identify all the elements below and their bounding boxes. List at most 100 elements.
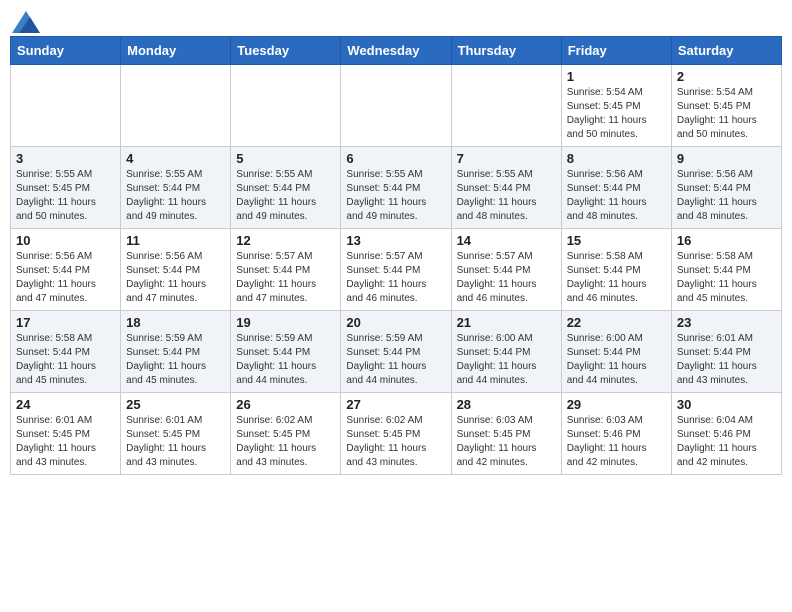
calendar-cell: 18 Sunrise: 5:59 AM Sunset: 5:44 PM Dayli… (121, 311, 231, 393)
day-detail: Sunrise: 5:56 AM Sunset: 5:44 PM Dayligh… (126, 250, 225, 306)
day-detail: Sunrise: 5:58 AM Sunset: 5:44 PM Dayligh… (677, 250, 776, 306)
calendar-cell: 22 Sunrise: 6:00 AM Sunset: 5:44 PM Dayli… (561, 311, 671, 393)
day-number: 10 (16, 233, 115, 248)
calendar-cell: 30 Sunrise: 6:04 AM Sunset: 5:46 PM Dayli… (671, 393, 781, 475)
day-detail: Sunrise: 5:59 AM Sunset: 5:44 PM Dayligh… (346, 332, 445, 388)
day-detail: Sunrise: 5:55 AM Sunset: 5:45 PM Dayligh… (16, 168, 115, 224)
calendar-week-row: 3 Sunrise: 5:55 AM Sunset: 5:45 PM Daylig… (11, 147, 782, 229)
calendar-cell (121, 65, 231, 147)
calendar-cell: 1 Sunrise: 5:54 AM Sunset: 5:45 PM Daylig… (561, 65, 671, 147)
day-detail: Sunrise: 5:57 AM Sunset: 5:44 PM Dayligh… (457, 250, 556, 306)
calendar-header-sunday: Sunday (11, 37, 121, 65)
page-header (10, 10, 782, 28)
day-detail: Sunrise: 5:55 AM Sunset: 5:44 PM Dayligh… (126, 168, 225, 224)
logo-icon (12, 11, 40, 33)
day-number: 24 (16, 397, 115, 412)
calendar-header-row: SundayMondayTuesdayWednesdayThursdayFrid… (11, 37, 782, 65)
day-detail: Sunrise: 5:59 AM Sunset: 5:44 PM Dayligh… (126, 332, 225, 388)
calendar-cell: 14 Sunrise: 5:57 AM Sunset: 5:44 PM Dayli… (451, 229, 561, 311)
day-detail: Sunrise: 6:00 AM Sunset: 5:44 PM Dayligh… (457, 332, 556, 388)
day-detail: Sunrise: 5:56 AM Sunset: 5:44 PM Dayligh… (16, 250, 115, 306)
calendar-header-monday: Monday (121, 37, 231, 65)
calendar-cell: 29 Sunrise: 6:03 AM Sunset: 5:46 PM Dayli… (561, 393, 671, 475)
calendar-cell: 28 Sunrise: 6:03 AM Sunset: 5:45 PM Dayli… (451, 393, 561, 475)
day-detail: Sunrise: 5:58 AM Sunset: 5:44 PM Dayligh… (16, 332, 115, 388)
day-detail: Sunrise: 6:02 AM Sunset: 5:45 PM Dayligh… (236, 414, 335, 470)
day-number: 13 (346, 233, 445, 248)
day-number: 9 (677, 151, 776, 166)
calendar-cell: 11 Sunrise: 5:56 AM Sunset: 5:44 PM Dayli… (121, 229, 231, 311)
calendar-cell: 27 Sunrise: 6:02 AM Sunset: 5:45 PM Dayli… (341, 393, 451, 475)
calendar-header-saturday: Saturday (671, 37, 781, 65)
day-number: 30 (677, 397, 776, 412)
calendar-cell: 20 Sunrise: 5:59 AM Sunset: 5:44 PM Dayli… (341, 311, 451, 393)
calendar-header-tuesday: Tuesday (231, 37, 341, 65)
calendar-week-row: 24 Sunrise: 6:01 AM Sunset: 5:45 PM Dayli… (11, 393, 782, 475)
day-number: 5 (236, 151, 335, 166)
calendar-cell: 2 Sunrise: 5:54 AM Sunset: 5:45 PM Daylig… (671, 65, 781, 147)
day-number: 4 (126, 151, 225, 166)
day-number: 20 (346, 315, 445, 330)
day-number: 23 (677, 315, 776, 330)
calendar-cell (11, 65, 121, 147)
day-detail: Sunrise: 5:57 AM Sunset: 5:44 PM Dayligh… (236, 250, 335, 306)
calendar-cell: 15Sunrise: 5:58 AM Sunset: 5:44 PM Dayli… (561, 229, 671, 311)
calendar-cell (231, 65, 341, 147)
day-number: 14 (457, 233, 556, 248)
calendar-cell: 13Sunrise: 5:57 AM Sunset: 5:44 PM Dayli… (341, 229, 451, 311)
day-detail: Sunrise: 6:01 AM Sunset: 5:45 PM Dayligh… (16, 414, 115, 470)
calendar-cell: 9Sunrise: 5:56 AM Sunset: 5:44 PM Daylig… (671, 147, 781, 229)
day-number: 6 (346, 151, 445, 166)
calendar-header-thursday: Thursday (451, 37, 561, 65)
day-detail: Sunrise: 5:54 AM Sunset: 5:45 PM Dayligh… (567, 86, 666, 142)
day-number: 7 (457, 151, 556, 166)
day-number: 18 (126, 315, 225, 330)
calendar-cell (451, 65, 561, 147)
day-number: 8 (567, 151, 666, 166)
calendar-cell: 17Sunrise: 5:58 AM Sunset: 5:44 PM Dayli… (11, 311, 121, 393)
day-number: 1 (567, 69, 666, 84)
day-number: 11 (126, 233, 225, 248)
calendar-cell: 6 Sunrise: 5:55 AM Sunset: 5:44 PM Daylig… (341, 147, 451, 229)
day-number: 26 (236, 397, 335, 412)
calendar-cell: 24 Sunrise: 6:01 AM Sunset: 5:45 PM Dayli… (11, 393, 121, 475)
day-number: 19 (236, 315, 335, 330)
calendar-cell: 4 Sunrise: 5:55 AM Sunset: 5:44 PM Daylig… (121, 147, 231, 229)
calendar-week-row: 10 Sunrise: 5:56 AM Sunset: 5:44 PM Dayli… (11, 229, 782, 311)
day-number: 21 (457, 315, 556, 330)
logo (10, 10, 40, 28)
calendar-cell: 5Sunrise: 5:55 AM Sunset: 5:44 PM Daylig… (231, 147, 341, 229)
day-number: 29 (567, 397, 666, 412)
day-detail: Sunrise: 5:55 AM Sunset: 5:44 PM Dayligh… (346, 168, 445, 224)
day-detail: Sunrise: 5:56 AM Sunset: 5:44 PM Dayligh… (567, 168, 666, 224)
day-detail: Sunrise: 5:54 AM Sunset: 5:45 PM Dayligh… (677, 86, 776, 142)
day-number: 27 (346, 397, 445, 412)
day-number: 28 (457, 397, 556, 412)
calendar-cell (341, 65, 451, 147)
calendar-week-row: 17Sunrise: 5:58 AM Sunset: 5:44 PM Dayli… (11, 311, 782, 393)
calendar-cell: 23Sunrise: 6:01 AM Sunset: 5:44 PM Dayli… (671, 311, 781, 393)
day-detail: Sunrise: 6:03 AM Sunset: 5:46 PM Dayligh… (567, 414, 666, 470)
calendar-header-friday: Friday (561, 37, 671, 65)
day-number: 22 (567, 315, 666, 330)
calendar-cell: 19 Sunrise: 5:59 AM Sunset: 5:44 PM Dayli… (231, 311, 341, 393)
calendar-cell: 7Sunrise: 5:55 AM Sunset: 5:44 PM Daylig… (451, 147, 561, 229)
day-detail: Sunrise: 6:02 AM Sunset: 5:45 PM Dayligh… (346, 414, 445, 470)
calendar-cell: 3 Sunrise: 5:55 AM Sunset: 5:45 PM Daylig… (11, 147, 121, 229)
day-detail: Sunrise: 5:58 AM Sunset: 5:44 PM Dayligh… (567, 250, 666, 306)
calendar-table: SundayMondayTuesdayWednesdayThursdayFrid… (10, 36, 782, 475)
calendar-cell: 12 Sunrise: 5:57 AM Sunset: 5:44 PM Dayli… (231, 229, 341, 311)
day-detail: Sunrise: 6:00 AM Sunset: 5:44 PM Dayligh… (567, 332, 666, 388)
day-number: 2 (677, 69, 776, 84)
day-detail: Sunrise: 6:01 AM Sunset: 5:45 PM Dayligh… (126, 414, 225, 470)
calendar-cell: 21 Sunrise: 6:00 AM Sunset: 5:44 PM Dayli… (451, 311, 561, 393)
day-detail: Sunrise: 6:04 AM Sunset: 5:46 PM Dayligh… (677, 414, 776, 470)
day-number: 12 (236, 233, 335, 248)
day-detail: Sunrise: 6:03 AM Sunset: 5:45 PM Dayligh… (457, 414, 556, 470)
calendar-cell: 16Sunrise: 5:58 AM Sunset: 5:44 PM Dayli… (671, 229, 781, 311)
calendar-cell: 26 Sunrise: 6:02 AM Sunset: 5:45 PM Dayli… (231, 393, 341, 475)
calendar-cell: 10 Sunrise: 5:56 AM Sunset: 5:44 PM Dayli… (11, 229, 121, 311)
day-detail: Sunrise: 5:59 AM Sunset: 5:44 PM Dayligh… (236, 332, 335, 388)
day-number: 25 (126, 397, 225, 412)
day-number: 3 (16, 151, 115, 166)
